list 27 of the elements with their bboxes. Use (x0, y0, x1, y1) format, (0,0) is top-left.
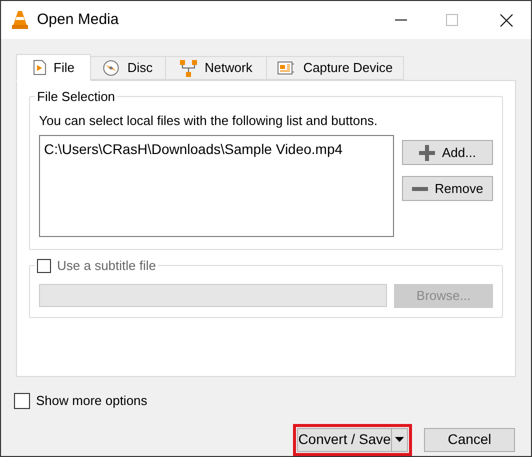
cancel-button[interactable]: Cancel (424, 428, 515, 452)
tab[interactable]: Disc (90, 56, 166, 80)
close-icon[interactable] (500, 14, 513, 26)
disc-icon (103, 60, 120, 76)
tab[interactable]: Capture Device (266, 56, 404, 80)
remove-button[interactable]: Remove (402, 176, 493, 201)
dropdown-arrow-icon[interactable] (395, 437, 404, 442)
tab[interactable]: File (16, 54, 91, 81)
checkbox-label[interactable]: Use a subtitle file (57, 256, 156, 276)
network-icon (180, 60, 197, 76)
checkbox[interactable] (14, 392, 30, 409)
checkbox-label[interactable]: Show more options (36, 391, 148, 410)
file-icon (32, 60, 46, 75)
checkbox[interactable] (37, 258, 51, 273)
group-title: File Selection (36, 88, 116, 106)
hint-text: You can select local files with the following list and buttons. (39, 112, 378, 130)
capture-card-icon (277, 60, 296, 76)
subtitle-path-field[interactable] (39, 284, 387, 307)
minus-icon (412, 186, 428, 190)
add-button[interactable]: Add... (402, 140, 493, 165)
convert-save-button[interactable]: Convert / Save (297, 428, 408, 452)
traffic-cone-icon (11, 10, 29, 30)
tab[interactable]: Network (165, 56, 267, 80)
plus-icon (419, 144, 436, 160)
window-title: Open Media (37, 10, 119, 30)
file-list[interactable]: C:\Users\CRasH\Downloads\Sample Video.mp4 (39, 135, 394, 237)
file-path[interactable]: C:\Users\CRasH\Downloads\Sample Video.mp4 (44, 139, 389, 160)
